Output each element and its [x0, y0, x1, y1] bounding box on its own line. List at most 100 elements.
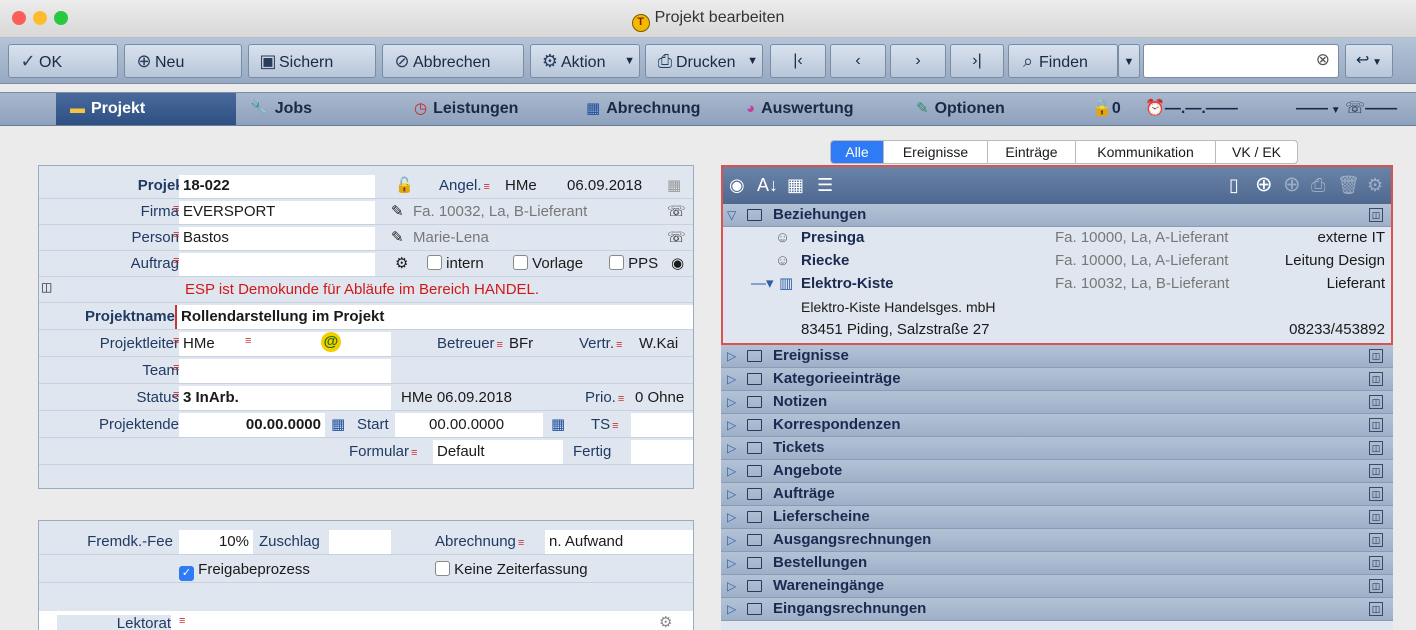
- note-icon[interactable]: ◫: [1369, 579, 1383, 593]
- calendar-icon[interactable]: ▦: [787, 175, 804, 196]
- relation-row[interactable]: ☺ Riecke Fa. 10000, La, A-Lieferant Leit…: [721, 250, 1393, 273]
- collapsed-icon[interactable]: ▷: [727, 552, 736, 574]
- firma-field[interactable]: EVERSPORT: [179, 201, 375, 224]
- angel-date[interactable]: 06.09.2018: [567, 177, 642, 194]
- note-icon[interactable]: ◫: [1369, 395, 1383, 409]
- ts-field[interactable]: [631, 413, 693, 437]
- note-icon[interactable]: ◫: [1369, 464, 1383, 478]
- person-field[interactable]: Bastos: [179, 227, 375, 250]
- search-input[interactable]: ⊗: [1143, 44, 1339, 78]
- angel-field[interactable]: HMe: [505, 177, 537, 194]
- phone-icon[interactable]: ☏: [667, 228, 686, 246]
- collapsed-icon[interactable]: ▷: [727, 483, 736, 505]
- start-field[interactable]: 00.00.0000: [395, 413, 543, 437]
- filter-vk-ek[interactable]: VK / EK: [1215, 141, 1297, 163]
- collapsed-icon[interactable]: ▷: [727, 529, 736, 551]
- projektnr-field[interactable]: 18-022: [179, 175, 375, 198]
- filter-kommunikation[interactable]: Kommunikation: [1075, 141, 1215, 163]
- prio-field[interactable]: 0 Ohne: [635, 389, 684, 406]
- betreuer-field[interactable]: BFr: [509, 335, 533, 352]
- list-icon[interactable]: ☰: [817, 175, 833, 196]
- note-icon[interactable]: ◫: [1369, 556, 1383, 570]
- fee-field[interactable]: 10%: [179, 530, 253, 554]
- category-row[interactable]: ▷ Tickets ◫: [721, 437, 1393, 460]
- eye-icon[interactable]: ◉: [671, 254, 684, 272]
- vertr-field[interactable]: W.Kai: [639, 335, 678, 352]
- sort-icon[interactable]: A↓: [757, 175, 778, 196]
- filter-ereignisse[interactable]: Ereignisse: [883, 141, 987, 163]
- clear-search-icon[interactable]: ⊗: [1316, 50, 1330, 70]
- note-icon[interactable]: ◫: [1369, 602, 1383, 616]
- timer-status[interactable]: ⏰—.—.——: [1145, 93, 1238, 125]
- tab-abrechnung[interactable]: ▦ Abrechnung: [586, 93, 700, 125]
- back-button[interactable]: ↩ ▼: [1345, 44, 1393, 78]
- gear-icon[interactable]: ⚙: [395, 254, 408, 272]
- relation-row[interactable]: ☺ Presinga Fa. 10000, La, A-Lieferant ex…: [721, 227, 1393, 250]
- abrechnung-field[interactable]: n. Aufwand: [545, 530, 693, 554]
- next-record-button[interactable]: ›: [890, 44, 946, 78]
- calendar-icon[interactable]: ▦: [331, 415, 345, 433]
- find-dropdown-button[interactable]: ▼: [1118, 44, 1140, 78]
- fertig-field[interactable]: [631, 440, 693, 464]
- formular-field[interactable]: Default: [433, 440, 563, 464]
- pencil-icon[interactable]: ✎: [391, 202, 404, 220]
- note-icon[interactable]: ◫: [1369, 441, 1383, 455]
- new-button[interactable]: ⊕ Neu: [124, 44, 242, 78]
- collapsed-icon[interactable]: ▷: [727, 437, 736, 459]
- note-icon[interactable]: ◫: [1369, 208, 1383, 222]
- find-button[interactable]: ⌕ Finden: [1008, 44, 1118, 78]
- tab-optionen[interactable]: ✎ Optionen: [916, 93, 1005, 125]
- save-button[interactable]: ▣ Sichern: [248, 44, 376, 78]
- projektname-field[interactable]: Rollendarstellung im Projekt: [175, 305, 693, 329]
- document-icon[interactable]: ▯: [1229, 175, 1239, 196]
- keine-zeiterfassung-checkbox[interactable]: [435, 561, 450, 576]
- category-row[interactable]: ▷ Lieferscheine ◫: [721, 506, 1393, 529]
- collapsed-icon[interactable]: ▷: [727, 345, 736, 367]
- vorlage-checkbox[interactable]: [513, 255, 528, 270]
- ok-button[interactable]: ✓ OK: [8, 44, 118, 78]
- action-button[interactable]: ⚙ Aktion ▼: [530, 44, 640, 78]
- category-row[interactable]: ▷ Ausgangsrechnungen ◫: [721, 529, 1393, 552]
- pencil-icon[interactable]: ✎: [391, 228, 404, 246]
- lock-status[interactable]: 🔒0: [1092, 93, 1121, 125]
- category-row[interactable]: ▷ Ereignisse ◫: [721, 345, 1393, 368]
- previous-record-button[interactable]: ‹: [830, 44, 886, 78]
- category-row[interactable]: ▷ Eingangsrechnungen ◫: [721, 598, 1393, 621]
- relation-row[interactable]: —▾ ▥ Elektro-Kiste Fa. 10032, La, B-Lief…: [721, 273, 1393, 296]
- category-beziehungen[interactable]: ▽ Beziehungen ◫: [721, 204, 1393, 227]
- team-field[interactable]: [179, 359, 391, 383]
- category-row[interactable]: ▷ Kategorieeinträge ◫: [721, 368, 1393, 391]
- print-button[interactable]: ⎙ Drucken ▼: [645, 44, 763, 78]
- expanded-icon[interactable]: —▾: [751, 273, 774, 295]
- note-icon[interactable]: ◫: [1369, 418, 1383, 432]
- note-icon[interactable]: ◫: [1369, 487, 1383, 501]
- category-row[interactable]: ▷ Notizen ◫: [721, 391, 1393, 414]
- collapsed-icon[interactable]: ▷: [727, 575, 736, 597]
- email-icon[interactable]: @: [321, 332, 341, 352]
- first-record-button[interactable]: |‹: [770, 44, 826, 78]
- category-row[interactable]: ▷ Angebote ◫: [721, 460, 1393, 483]
- add-icon[interactable]: ⊕: [1255, 172, 1273, 197]
- phone-icon[interactable]: ☏: [667, 202, 686, 220]
- tab-jobs[interactable]: 🔧 Jobs: [250, 93, 312, 125]
- note-icon[interactable]: ◫: [1369, 372, 1383, 386]
- company-phone[interactable]: 08233/453892: [1289, 319, 1385, 341]
- collapsed-icon[interactable]: ▷: [727, 598, 736, 620]
- collapsed-icon[interactable]: ▷: [727, 506, 736, 528]
- filter-alle[interactable]: Alle: [831, 141, 883, 163]
- note-icon[interactable]: ◫: [41, 280, 52, 294]
- intern-checkbox[interactable]: [427, 255, 442, 270]
- status-field[interactable]: 3 InArb.: [179, 386, 391, 410]
- collapsed-icon[interactable]: ▷: [727, 368, 736, 390]
- projektende-field[interactable]: 00.00.0000: [179, 413, 325, 437]
- collapsed-icon[interactable]: ▷: [727, 414, 736, 436]
- category-row[interactable]: ▷ Korrespondenzen ◫: [721, 414, 1393, 437]
- category-row[interactable]: ▷ Wareneingänge ◫: [721, 575, 1393, 598]
- lock-icon[interactable]: 🔓: [395, 176, 414, 194]
- auftrag-field[interactable]: [179, 253, 375, 276]
- note-icon[interactable]: ◫: [1369, 349, 1383, 363]
- pps-checkbox[interactable]: [609, 255, 624, 270]
- note-icon[interactable]: ◫: [1369, 533, 1383, 547]
- eye-icon[interactable]: ◉: [729, 175, 745, 196]
- category-row[interactable]: ▷ Bestellungen ◫: [721, 552, 1393, 575]
